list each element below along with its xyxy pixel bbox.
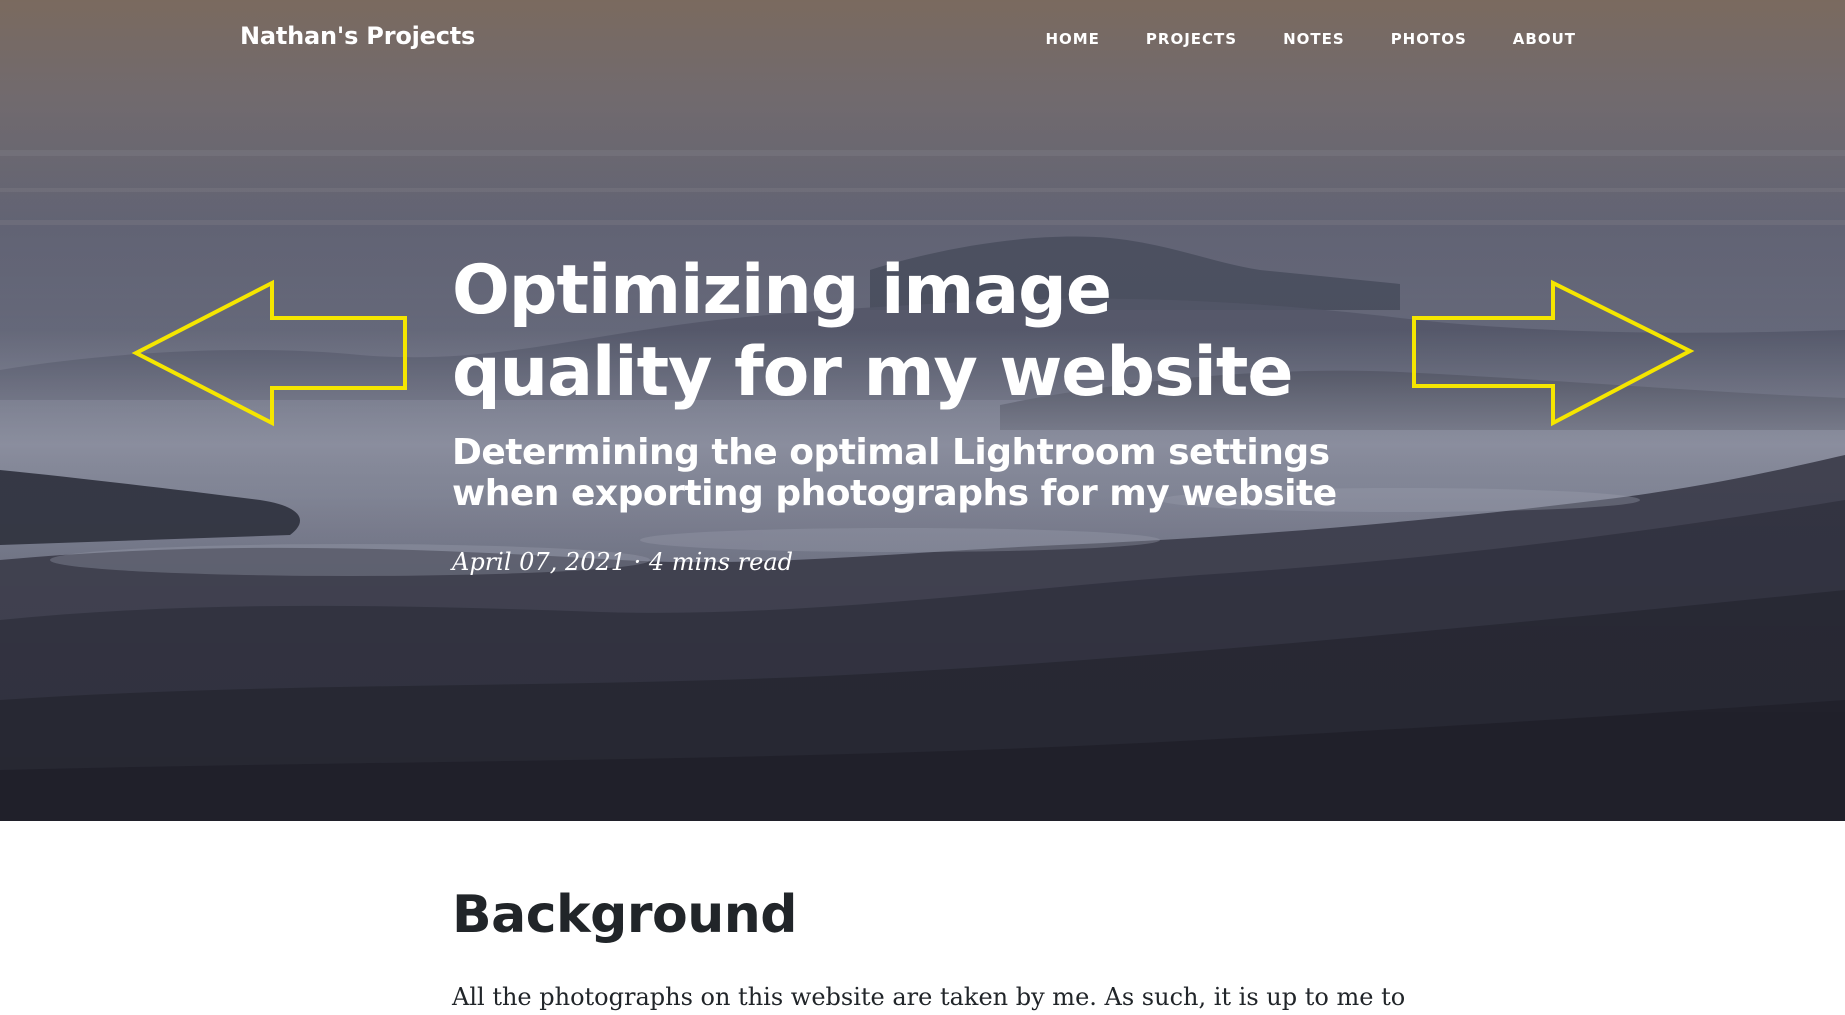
post-heading: Optimizing image quality for my website …: [452, 250, 1372, 576]
nav-link-projects[interactable]: PROJECTS: [1146, 30, 1237, 48]
nav-link-photos[interactable]: PHOTOS: [1391, 30, 1467, 48]
site-brand-link[interactable]: Nathan's Projects: [240, 22, 475, 50]
nav-link-notes[interactable]: NOTES: [1283, 30, 1345, 48]
nav-link-home[interactable]: HOME: [1045, 30, 1099, 48]
arrow-left-icon: [131, 279, 407, 427]
page: Nathan's Projects HOME PROJECTS NOTES PH…: [0, 0, 1845, 1015]
post-meta: April 07, 2021 · 4 mins read: [452, 548, 793, 576]
section-heading-background: Background: [452, 885, 797, 945]
article-paragraph: All the photographs on this website are …: [452, 983, 1406, 1011]
hero-header: Nathan's Projects HOME PROJECTS NOTES PH…: [0, 0, 1845, 821]
arrow-right-icon: [1412, 279, 1695, 427]
top-navbar: Nathan's Projects HOME PROJECTS NOTES PH…: [0, 0, 1845, 80]
nav-links: HOME PROJECTS NOTES PHOTOS ABOUT: [999, 30, 1576, 48]
article-content: Background All the photographs on this w…: [452, 821, 1406, 1015]
post-subtitle: Determining the optimal Lightroom settin…: [452, 432, 1337, 514]
post-title: Optimizing image quality for my website: [452, 251, 1293, 412]
nav-link-about[interactable]: ABOUT: [1513, 30, 1576, 48]
